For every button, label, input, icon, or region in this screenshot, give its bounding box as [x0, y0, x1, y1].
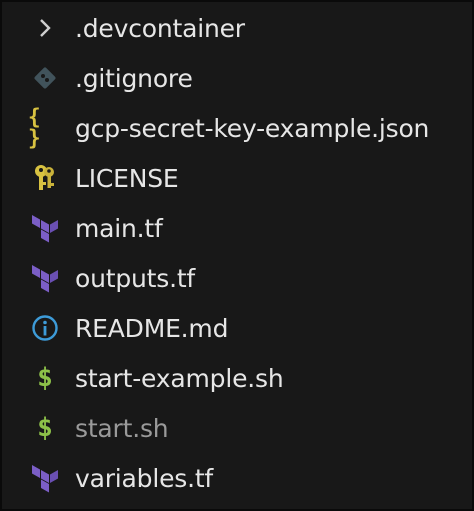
dollar-shell-icon: $ — [37, 413, 53, 443]
tree-item-main-tf[interactable]: main.tf — [2, 203, 472, 253]
info-icon — [28, 311, 62, 345]
tree-item-label: start-example.sh — [75, 363, 284, 393]
terraform-icon — [28, 461, 62, 495]
tree-item-readme-md[interactable]: README.md — [2, 303, 472, 353]
terraform-icon — [28, 261, 62, 295]
dollar-shell-icon: $ — [37, 363, 53, 393]
tree-item-label: LICENSE — [75, 163, 179, 193]
tree-item-start-example-sh[interactable]: $ start-example.sh — [2, 353, 472, 403]
tree-item-label: variables.tf — [75, 463, 214, 493]
tree-item-label: .gitignore — [75, 63, 193, 93]
tree-item-gcp-secret-key-example-json[interactable]: { } gcp-secret-key-example.json — [2, 103, 472, 153]
tree-item-gitignore[interactable]: .gitignore — [2, 53, 472, 103]
chevron-right-icon[interactable] — [28, 11, 62, 45]
file-explorer: .devcontainer .gitignore { } gcp-secret-… — [0, 0, 474, 511]
terraform-icon — [28, 211, 62, 245]
tree-item-label: main.tf — [75, 213, 163, 243]
license-keys-icon — [28, 161, 62, 195]
tree-item-label: gcp-secret-key-example.json — [75, 113, 430, 143]
tree-item-devcontainer[interactable]: .devcontainer — [2, 3, 472, 53]
tree-item-label: outputs.tf — [75, 263, 196, 293]
tree-item-label: .devcontainer — [75, 13, 245, 43]
tree-item-outputs-tf[interactable]: outputs.tf — [2, 253, 472, 303]
git-icon — [28, 61, 62, 95]
tree-item-label: start.sh — [75, 413, 169, 443]
tree-item-license[interactable]: LICENSE — [2, 153, 472, 203]
tree-item-label: README.md — [75, 313, 229, 343]
json-braces-icon: { } — [28, 105, 41, 150]
tree-item-variables-tf[interactable]: variables.tf — [2, 453, 472, 503]
tree-item-start-sh[interactable]: $ start.sh — [2, 403, 472, 453]
